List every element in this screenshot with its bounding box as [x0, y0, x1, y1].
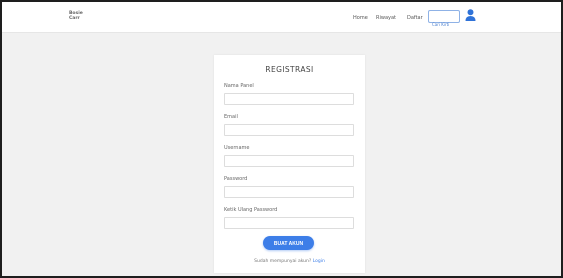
logo-line-2: Carr [69, 16, 80, 21]
page: Bosie Carr Home Riwayat Daftar REGISTRAS… [2, 2, 561, 276]
login-prompt-text: Sudah mempunyai akun? [254, 259, 312, 264]
confirm-password-field[interactable] [224, 217, 354, 229]
login-link[interactable]: Login [313, 259, 325, 264]
navbar: Bosie Carr Home Riwayat Daftar [2, 2, 561, 33]
field-label-confirm-password: Ketik Ulang Password [224, 207, 278, 213]
form-title: REGISTRASI [265, 65, 314, 74]
registration-card: REGISTRASI Nama Panel Email Username Pas… [214, 55, 365, 273]
create-account-button[interactable]: BUAT AKUN [263, 236, 314, 250]
field-label-nama: Nama Panel [224, 83, 254, 89]
nav-link-riwayat[interactable]: Riwayat [376, 15, 396, 21]
search-box[interactable] [428, 10, 460, 30]
nama-field[interactable] [224, 93, 354, 105]
field-label-username: Username [224, 145, 250, 151]
login-prompt: Sudah mempunyai akun? Login [214, 259, 365, 264]
field-label-password: Password [224, 176, 248, 182]
search-input[interactable] [429, 19, 459, 30]
username-field[interactable] [224, 155, 354, 167]
nav-link-home[interactable]: Home [353, 15, 368, 21]
nav-link-daftar[interactable]: Daftar [407, 15, 423, 21]
password-field[interactable] [224, 186, 354, 198]
email-field[interactable] [224, 124, 354, 136]
logo[interactable]: Bosie Carr [69, 11, 91, 21]
field-label-email: Email [224, 114, 238, 120]
user-icon[interactable] [465, 9, 476, 21]
